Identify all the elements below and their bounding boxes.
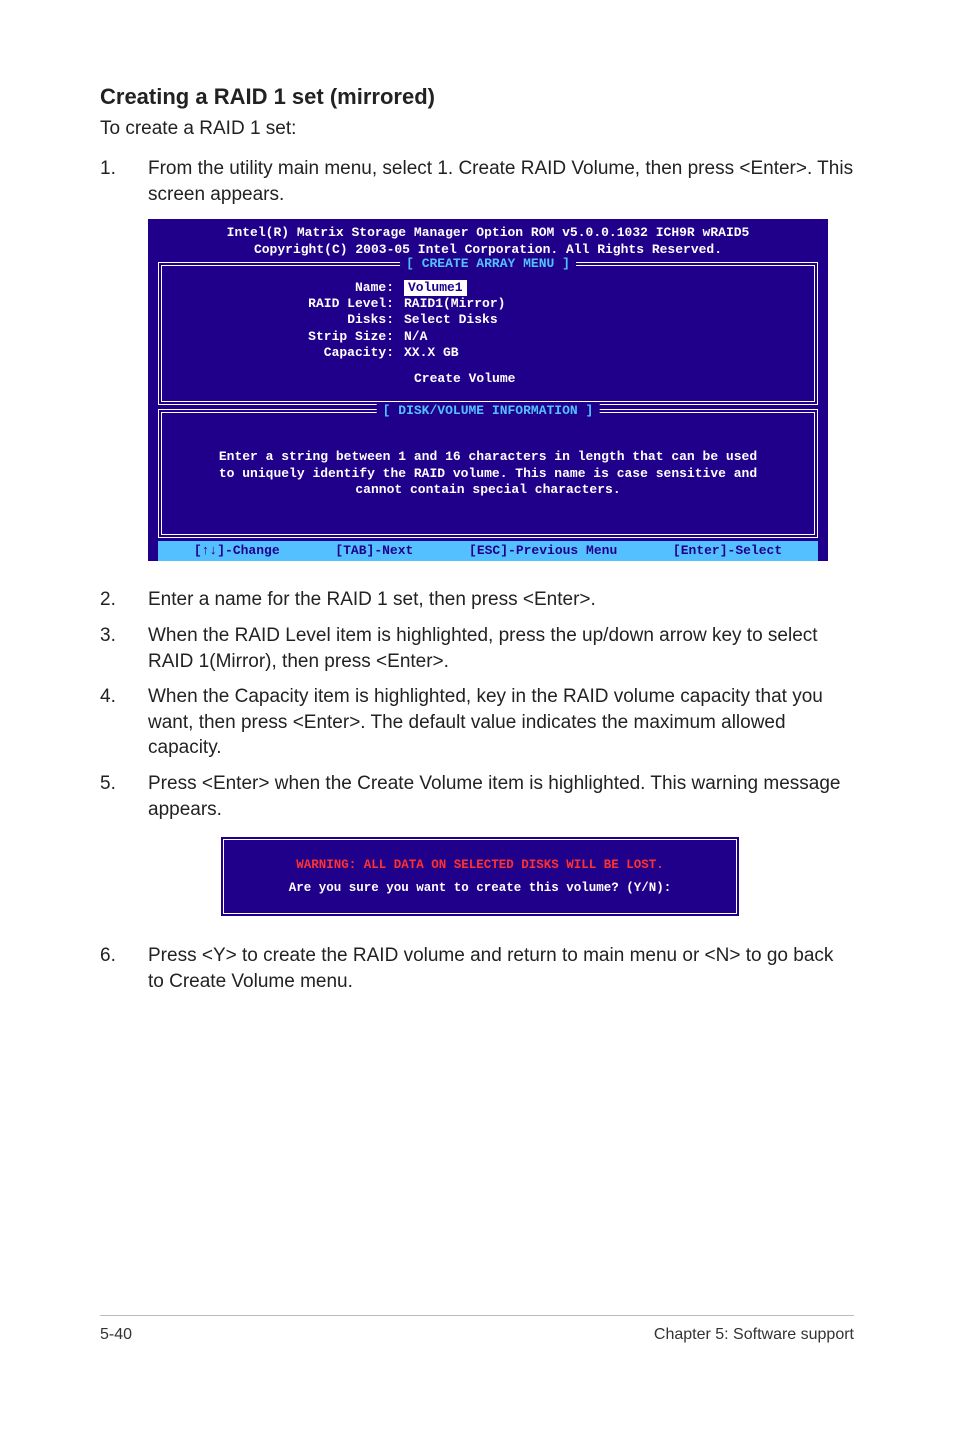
warning-dialog-screenshot: WARNING: ALL DATA ON SELECTED DISKS WILL… xyxy=(220,836,854,917)
bios-help-text: Enter a string between 1 and 16 characte… xyxy=(174,449,802,498)
key-hint-select: [Enter]-Select xyxy=(673,543,782,559)
step-2: 2. Enter a name for the RAID 1 set, then… xyxy=(100,587,854,613)
step-5: 5. Press <Enter> when the Create Volume … xyxy=(100,771,854,822)
chapter-label: Chapter 5: Software support xyxy=(654,1326,854,1344)
field-raid-level-label: RAID Level: xyxy=(174,296,404,312)
bios-disk-volume-info-box: [ DISK/VOLUME INFORMATION ] Enter a stri… xyxy=(158,409,818,538)
page-number: 5-40 xyxy=(100,1326,132,1344)
warning-prompt[interactable]: Are you sure you want to create this vol… xyxy=(234,877,726,900)
bios-box-title-2: [ DISK/VOLUME INFORMATION ] xyxy=(377,403,600,419)
step-6: 6. Press <Y> to create the RAID volume a… xyxy=(100,943,854,994)
field-capacity-value[interactable]: XX.X GB xyxy=(404,345,459,361)
step-text: When the RAID Level item is highlighted,… xyxy=(148,623,854,674)
field-disks-value[interactable]: Select Disks xyxy=(404,312,498,328)
field-strip-size-label: Strip Size: xyxy=(174,329,404,345)
step-1: 1. From the utility main menu, select 1.… xyxy=(100,156,854,207)
step-text: From the utility main menu, select 1. Cr… xyxy=(148,156,854,207)
field-raid-level-value[interactable]: RAID1(Mirror) xyxy=(404,296,505,312)
bios-title-line1: Intel(R) Matrix Storage Manager Option R… xyxy=(148,225,828,241)
key-hint-change: [↑↓]-Change xyxy=(194,543,280,559)
field-name-value[interactable]: Volume1 xyxy=(404,280,467,296)
step-number: 4. xyxy=(100,684,148,761)
key-hint-previous: [ESC]-Previous Menu xyxy=(469,543,617,559)
step-number: 6. xyxy=(100,943,148,994)
step-number: 3. xyxy=(100,623,148,674)
field-disks-label: Disks: xyxy=(174,312,404,328)
step-number: 1. xyxy=(100,156,148,207)
step-text: When the Capacity item is highlighted, k… xyxy=(148,684,854,761)
field-name-label: Name: xyxy=(174,280,404,296)
bios-screenshot: Intel(R) Matrix Storage Manager Option R… xyxy=(148,219,854,561)
create-volume-action[interactable]: Create Volume xyxy=(174,371,802,387)
step-text: Press <Enter> when the Create Volume ite… xyxy=(148,771,854,822)
step-number: 2. xyxy=(100,587,148,613)
section-heading: Creating a RAID 1 set (mirrored) xyxy=(100,84,854,110)
page-footer: 5-40 Chapter 5: Software support xyxy=(100,1315,854,1344)
field-strip-size-value: N/A xyxy=(404,329,427,345)
key-hint-next: [TAB]-Next xyxy=(335,543,413,559)
bios-key-hint-bar: [↑↓]-Change [TAB]-Next [ESC]-Previous Me… xyxy=(158,541,818,561)
warning-line-1: WARNING: ALL DATA ON SELECTED DISKS WILL… xyxy=(234,854,726,877)
intro-text: To create a RAID 1 set: xyxy=(100,118,854,140)
bios-box-title: [ CREATE ARRAY MENU ] xyxy=(400,256,576,272)
step-text: Enter a name for the RAID 1 set, then pr… xyxy=(148,587,854,613)
bios-create-array-box: [ CREATE ARRAY MENU ] Name: Volume1 RAID… xyxy=(158,262,818,406)
step-text: Press <Y> to create the RAID volume and … xyxy=(148,943,854,994)
step-4: 4. When the Capacity item is highlighted… xyxy=(100,684,854,761)
field-capacity-label: Capacity: xyxy=(174,345,404,361)
step-3: 3. When the RAID Level item is highlight… xyxy=(100,623,854,674)
step-number: 5. xyxy=(100,771,148,822)
